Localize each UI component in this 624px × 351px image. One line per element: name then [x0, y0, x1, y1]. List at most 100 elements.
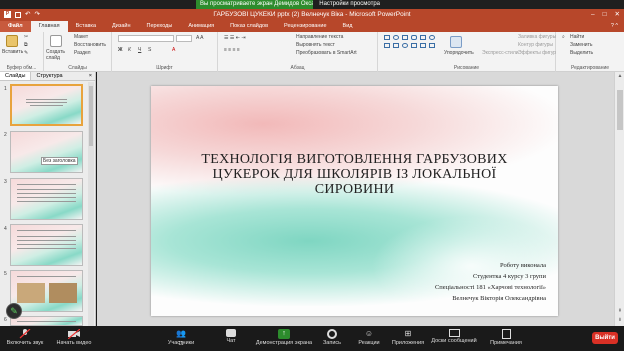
- tab-animations[interactable]: Анимация: [180, 21, 222, 32]
- layout-button[interactable]: Макет: [74, 34, 88, 40]
- next-slide-icon[interactable]: ⇟: [615, 317, 624, 323]
- slides-pane-scrollbar[interactable]: [88, 82, 94, 326]
- align-text-button[interactable]: Выровнять текст: [296, 42, 335, 48]
- shape-icon[interactable]: [429, 43, 435, 48]
- grow-font-icon[interactable]: A A: [196, 35, 204, 41]
- scroll-up-icon[interactable]: ▲: [615, 73, 624, 79]
- scroll-thumb[interactable]: [617, 90, 623, 130]
- slide-thumbnail[interactable]: [10, 84, 83, 126]
- tab-home[interactable]: Главная: [30, 21, 68, 32]
- shape-icon[interactable]: [393, 43, 399, 48]
- section-button[interactable]: Раздел: [74, 50, 91, 56]
- find-button[interactable]: Найти: [570, 34, 584, 40]
- new-slide-button[interactable]: Создать слайд: [46, 49, 72, 61]
- find-icon[interactable]: ⌕: [562, 34, 565, 40]
- new-slide-icon[interactable]: [50, 35, 62, 47]
- paste-button[interactable]: Вставить: [2, 49, 23, 55]
- prev-slide-icon[interactable]: ⇞: [615, 308, 624, 314]
- minimize-icon[interactable]: –: [591, 9, 595, 21]
- close-icon[interactable]: ✕: [615, 9, 620, 21]
- quick-styles-button[interactable]: Экспресс-стили: [482, 50, 519, 56]
- slide-subtitle[interactable]: Роботу виконала Студентка 4 курсу 3 груп…: [316, 260, 546, 304]
- italic-icon[interactable]: К: [128, 47, 131, 53]
- shape-icon[interactable]: [384, 35, 390, 40]
- shape-icon[interactable]: [411, 35, 417, 40]
- notes-icon: [501, 329, 511, 339]
- font-color-icon[interactable]: A: [172, 47, 175, 53]
- help-icon[interactable]: ? ^: [611, 21, 624, 32]
- slide-thumbnail[interactable]: Без заголовка: [10, 131, 83, 173]
- subtitle-line: Роботу виконала: [500, 262, 546, 269]
- select-button[interactable]: Выделить: [570, 50, 593, 56]
- thumb-text-line: [17, 244, 76, 245]
- tab-file[interactable]: Файл: [0, 21, 31, 32]
- current-slide[interactable]: ТЕХНОЛОГІЯ ВИГОТОВЛЕННЯ ГАРБУЗОВИХ ЦУКЕР…: [151, 86, 558, 316]
- close-pane-icon[interactable]: ×: [89, 72, 96, 80]
- notes-button[interactable]: Примечания: [484, 326, 528, 351]
- maximize-icon[interactable]: □: [603, 9, 607, 21]
- clipboard-group: Вставить ✂ ⧉ ✎ Буфер обм...: [0, 32, 44, 72]
- scroll-thumb[interactable]: [89, 86, 93, 146]
- thumb-text-line: [17, 276, 76, 277]
- reset-button[interactable]: Восстановить: [74, 42, 106, 48]
- shape-icon[interactable]: [429, 35, 435, 40]
- font-group-label: Шрифт: [156, 65, 173, 71]
- tab-review[interactable]: Рецензирование: [276, 21, 334, 32]
- start-video-button[interactable]: Начать видео: [54, 326, 94, 351]
- shape-fill-button[interactable]: Заливка фигуры: [518, 34, 556, 40]
- replace-button[interactable]: Заменить: [570, 42, 592, 48]
- shape-icon[interactable]: [393, 35, 399, 40]
- tab-outline[interactable]: Структура: [31, 72, 67, 80]
- tab-slideshow[interactable]: Показ слайдов: [222, 21, 276, 32]
- shape-icon[interactable]: [402, 43, 408, 48]
- shape-icon[interactable]: [420, 43, 426, 48]
- thumb-text-line: [17, 236, 76, 237]
- editor-scrollbar[interactable]: ▲ ⇞ ⇟: [614, 72, 624, 326]
- shape-outline-button[interactable]: Контур фигуры: [518, 42, 553, 48]
- cut-icon[interactable]: ✂: [24, 34, 28, 40]
- participants-button[interactable]: 👥11 Участники: [164, 326, 198, 351]
- annotate-pen-icon[interactable]: ✎: [6, 303, 22, 319]
- share-screen-button[interactable]: ↑ Демонстрация экрана: [252, 326, 316, 351]
- strikethrough-icon[interactable]: S: [148, 47, 151, 53]
- slide-thumbnail[interactable]: [10, 270, 83, 312]
- shape-effects-button[interactable]: Эффекты фигур: [518, 50, 556, 56]
- font-name-input[interactable]: [118, 35, 174, 42]
- shape-icon[interactable]: [384, 43, 390, 48]
- slide-thumbnail[interactable]: [10, 178, 83, 220]
- chat-icon: [226, 329, 236, 337]
- tab-insert[interactable]: Вставка: [68, 21, 104, 32]
- unmute-button[interactable]: Включить звук: [4, 326, 46, 351]
- slide-title[interactable]: ТЕХНОЛОГІЯ ВИГОТОВЛЕННЯ ГАРБУЗОВИХ ЦУКЕР…: [191, 152, 518, 197]
- tab-design[interactable]: Дизайн: [104, 21, 139, 32]
- slide-thumbnail[interactable]: [10, 224, 83, 266]
- leave-button[interactable]: Выйти: [592, 332, 618, 344]
- tab-transitions[interactable]: Переходы: [139, 21, 181, 32]
- chat-button[interactable]: Чат: [222, 326, 240, 351]
- paste-icon[interactable]: [6, 35, 18, 47]
- text-direction-button[interactable]: Направление текста: [296, 34, 343, 40]
- underline-icon[interactable]: Ч: [138, 47, 141, 53]
- bold-icon[interactable]: Ж: [118, 47, 123, 53]
- reactions-button[interactable]: ☺ Реакции: [354, 326, 384, 351]
- smartart-button[interactable]: Преобразовать в SmartArt: [296, 50, 357, 56]
- start-video-label: Начать видео: [56, 340, 92, 346]
- slide-thumbnail[interactable]: [10, 316, 83, 326]
- tab-view[interactable]: Вид: [335, 21, 361, 32]
- shape-icon[interactable]: [402, 35, 408, 40]
- apps-button[interactable]: ⊞ Приложения: [388, 326, 428, 351]
- shape-icon[interactable]: [420, 35, 426, 40]
- record-button[interactable]: Запись: [320, 326, 344, 351]
- thumb-image: [49, 283, 77, 303]
- font-size-input[interactable]: [176, 35, 192, 42]
- arrange-icon[interactable]: [450, 36, 462, 48]
- tab-slides[interactable]: Слайды: [0, 72, 32, 80]
- bullets-icon[interactable]: ☰ ☰ ⇤ ⇥: [224, 35, 246, 41]
- copy-icon[interactable]: ⧉: [24, 42, 28, 48]
- whiteboards-button[interactable]: Доски сообщений: [430, 326, 478, 351]
- arrange-button[interactable]: Упорядочить: [444, 50, 474, 56]
- view-options-button[interactable]: Настройки просмотра: [313, 0, 386, 9]
- format-painter-icon[interactable]: ✎: [24, 50, 28, 56]
- align-icons[interactable]: ≡ ≡ ≡ ≡: [224, 47, 240, 53]
- shape-icon[interactable]: [411, 43, 417, 48]
